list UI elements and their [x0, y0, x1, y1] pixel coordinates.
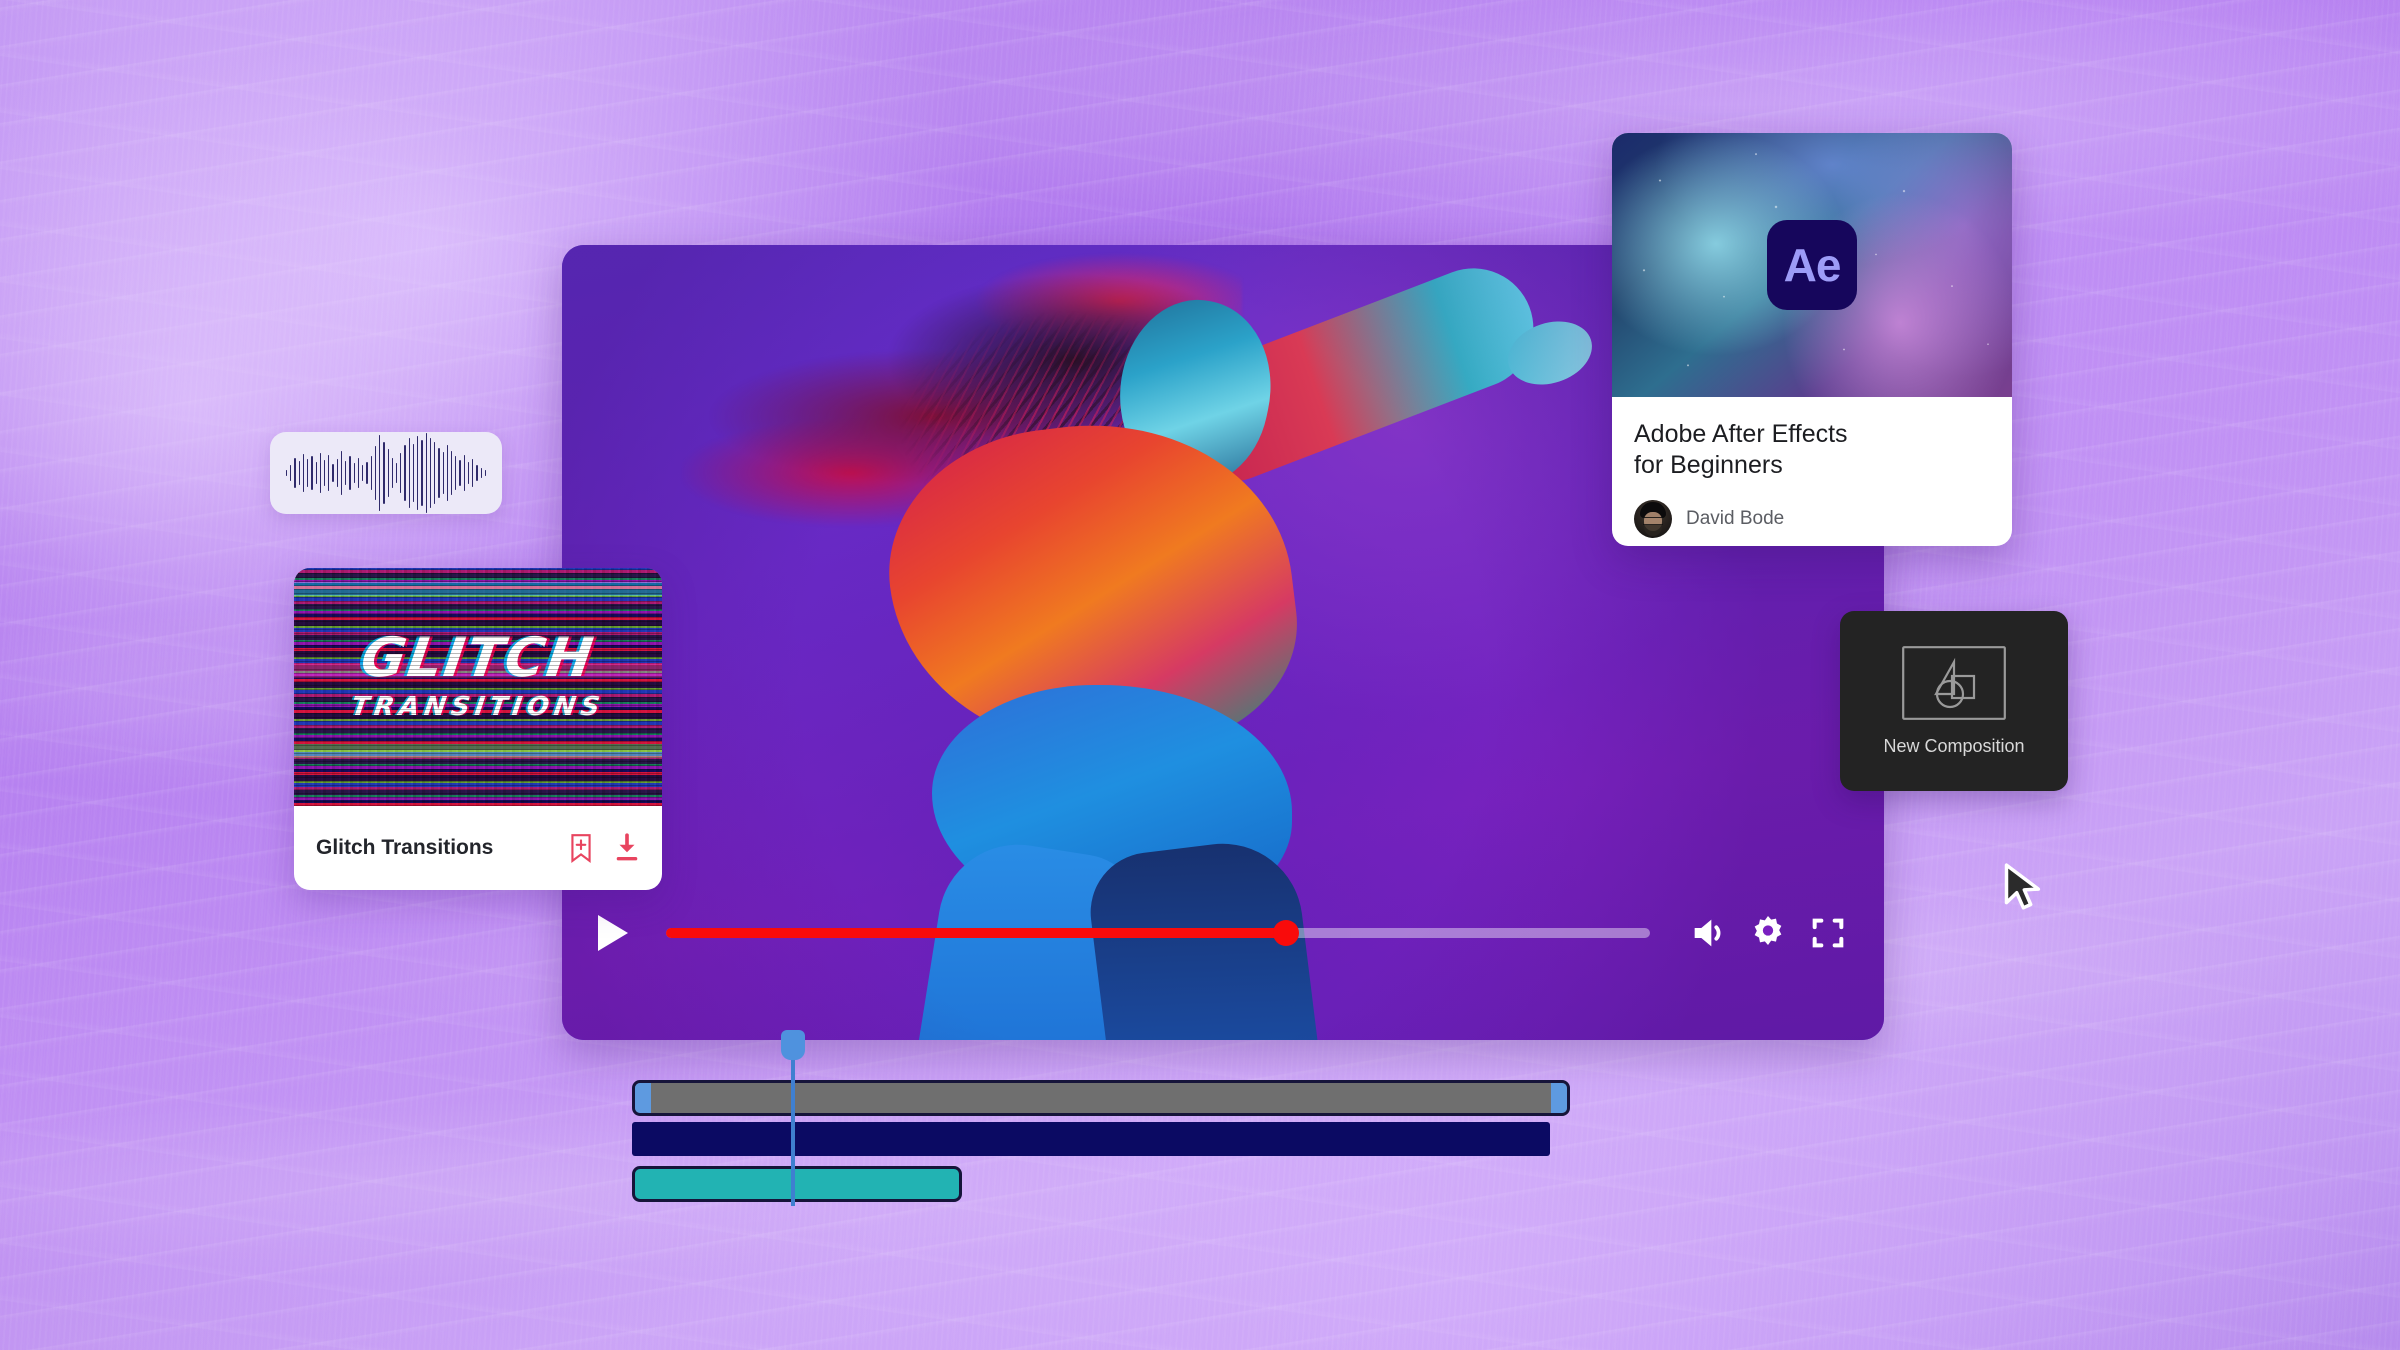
waveform-bar — [476, 465, 478, 481]
waveform-bar — [374, 446, 377, 500]
waveform-bar — [349, 456, 351, 490]
timeline-clip[interactable] — [632, 1166, 962, 1202]
play-icon — [598, 915, 628, 951]
progress-fill — [666, 928, 1286, 938]
waveform-bar — [429, 438, 432, 508]
fullscreen-icon — [1812, 918, 1844, 948]
settings-button[interactable] — [1748, 913, 1788, 953]
glitch-card-footer: Glitch Transitions — [294, 806, 662, 890]
waveform-bar — [400, 453, 402, 493]
waveform-bar — [362, 465, 364, 481]
glitch-thumbnail[interactable]: GLITCH TRANSITIONS — [294, 568, 662, 806]
waveform-bar — [323, 460, 326, 486]
waveform-bar — [421, 440, 423, 506]
waveform-bar — [463, 455, 465, 491]
composition-shapes-icon — [1902, 645, 2006, 720]
waveform-bar — [290, 465, 292, 481]
course-thumbnail[interactable]: Ae — [1612, 133, 2012, 397]
player-controls — [562, 880, 1884, 1040]
glitch-transitions-card[interactable]: GLITCH TRANSITIONS Glitch Transitions — [294, 568, 662, 890]
waveform-bar — [294, 458, 296, 488]
waveform-bar — [285, 470, 288, 476]
volume-icon — [1694, 919, 1721, 947]
waveform-bar — [340, 451, 343, 495]
waveform-bar — [417, 436, 419, 510]
waveform-bar — [467, 462, 470, 484]
waveform-bar — [319, 453, 321, 493]
glitch-card-title: Glitch Transitions — [316, 836, 494, 859]
progress-thumb[interactable] — [1272, 920, 1299, 946]
waveform-bar — [391, 458, 393, 488]
waveform-bar — [379, 435, 381, 511]
course-info: Adobe After Effects for Beginners David … — [1612, 397, 2012, 538]
waveform-bar — [328, 455, 330, 491]
playhead-handle[interactable] — [781, 1030, 806, 1060]
waveform-bar — [459, 460, 461, 486]
download-icon[interactable] — [614, 833, 640, 863]
waveform-bar — [438, 448, 440, 498]
waveform-bar — [353, 463, 355, 483]
timeline-track[interactable] — [632, 1080, 1570, 1116]
waveform-bar — [412, 444, 415, 502]
glitch-scanlines — [294, 568, 662, 806]
avatar-beard — [1644, 524, 1662, 536]
course-title: Adobe After Effects for Beginners — [1634, 419, 1990, 480]
timeline-handle-right[interactable] — [1551, 1083, 1567, 1113]
waveform-bar — [455, 456, 457, 490]
fullscreen-button[interactable] — [1808, 913, 1848, 953]
waveform-bar — [307, 459, 309, 487]
gear-icon — [1754, 916, 1782, 945]
waveform-bar — [387, 449, 389, 497]
waveform-bar — [311, 456, 313, 490]
timeline-playhead[interactable] — [781, 1030, 806, 1206]
timeline-layer-bar[interactable] — [632, 1122, 1550, 1156]
waveform-bar — [408, 438, 410, 508]
waveform-bar — [446, 445, 449, 501]
mouse-cursor — [2004, 863, 2041, 910]
course-title-line2: for Beginners — [1634, 450, 1783, 479]
waveform-bar — [472, 459, 474, 487]
waveform-bar — [357, 458, 360, 488]
volume-button[interactable] — [1688, 913, 1728, 953]
avatar — [1634, 500, 1672, 538]
new-composition-tile[interactable]: New Composition — [1840, 611, 2068, 791]
waveform-bar — [332, 464, 334, 482]
waveform-bar — [451, 451, 453, 495]
waveform-bar — [480, 468, 482, 478]
waveform-bar — [395, 463, 398, 483]
new-composition-label: New Composition — [1883, 735, 2025, 756]
audio-waveform[interactable] — [270, 432, 502, 514]
course-author[interactable]: David Bode — [1634, 500, 1990, 538]
bookmark-plus-icon[interactable] — [568, 833, 594, 863]
course-card[interactable]: Ae Adobe After Effects for Beginners Dav… — [1612, 133, 2012, 546]
timeline-handle-left[interactable] — [635, 1083, 651, 1113]
waveform-bar — [383, 442, 385, 504]
screen-canvas: GLITCH TRANSITIONS Glitch Transitions — [0, 0, 2400, 1350]
waveform-bar — [370, 456, 372, 490]
waveform-bar — [484, 470, 487, 476]
waveform-bar — [425, 433, 427, 513]
waveform-bar — [404, 445, 406, 501]
waveform-bar — [366, 462, 368, 484]
course-title-line1: Adobe After Effects — [1634, 420, 1848, 448]
author-name: David Bode — [1686, 508, 1785, 529]
play-button[interactable] — [598, 915, 628, 951]
waveform-bar — [336, 459, 338, 487]
waveform-bar — [442, 452, 444, 494]
waveform-bar — [298, 461, 300, 485]
waveform-bar — [434, 442, 436, 504]
progress-bar[interactable] — [666, 920, 1650, 946]
waveform-bar — [345, 461, 347, 485]
timeline-editor[interactable] — [632, 1030, 1592, 1260]
waveform-bar — [302, 454, 305, 492]
glitch-card-actions — [568, 833, 640, 863]
waveform-bar — [315, 462, 317, 484]
after-effects-badge: Ae — [1767, 220, 1857, 310]
